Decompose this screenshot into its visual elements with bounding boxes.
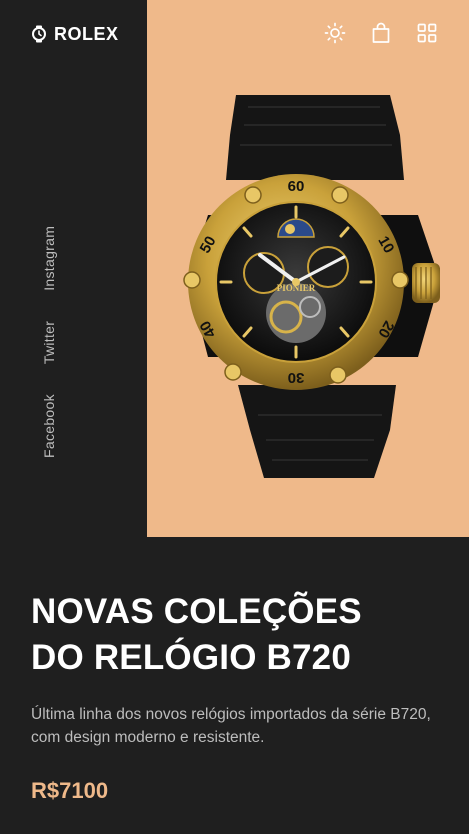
strap-top bbox=[226, 95, 404, 180]
social-links: Facebook Twitter Instagram bbox=[38, 222, 60, 458]
product-title-line-2: DO RELÓGIO B720 bbox=[31, 638, 352, 677]
social-link-instagram[interactable]: Instagram bbox=[41, 226, 57, 291]
grid-icon bbox=[417, 23, 437, 43]
social-link-facebook[interactable]: Facebook bbox=[41, 394, 57, 458]
product-description: Última linha dos novos relógios importad… bbox=[31, 706, 431, 746]
bezel-number: 60 bbox=[288, 178, 305, 195]
header-actions bbox=[324, 22, 438, 44]
product-title-line-1: NOVAS COLEÇÕES bbox=[31, 592, 362, 631]
social-link-twitter[interactable]: Twitter bbox=[41, 321, 57, 364]
brand-logo[interactable]: ROLEX bbox=[31, 23, 119, 45]
product-price: R$7100 bbox=[31, 778, 109, 803]
strap-bottom bbox=[238, 385, 396, 478]
watch-illustration: 60 10 20 30 40 50 PIONIER bbox=[183, 95, 440, 478]
sun-icon bbox=[324, 22, 346, 44]
shopping-bag-icon bbox=[372, 22, 390, 43]
product-title: NOVAS COLEÇÕES DO RELÓGIO B720 bbox=[31, 589, 441, 681]
bezel-number: 30 bbox=[288, 369, 305, 386]
header: ROLEX bbox=[0, 0, 469, 68]
menu-button[interactable] bbox=[416, 22, 438, 44]
product-watch-image: 60 10 20 30 40 50 PIONIER bbox=[178, 95, 446, 478]
cart-button[interactable] bbox=[370, 22, 392, 44]
brand-name: ROLEX bbox=[54, 23, 119, 44]
theme-toggle-button[interactable] bbox=[324, 22, 346, 44]
watch-icon bbox=[32, 25, 46, 43]
